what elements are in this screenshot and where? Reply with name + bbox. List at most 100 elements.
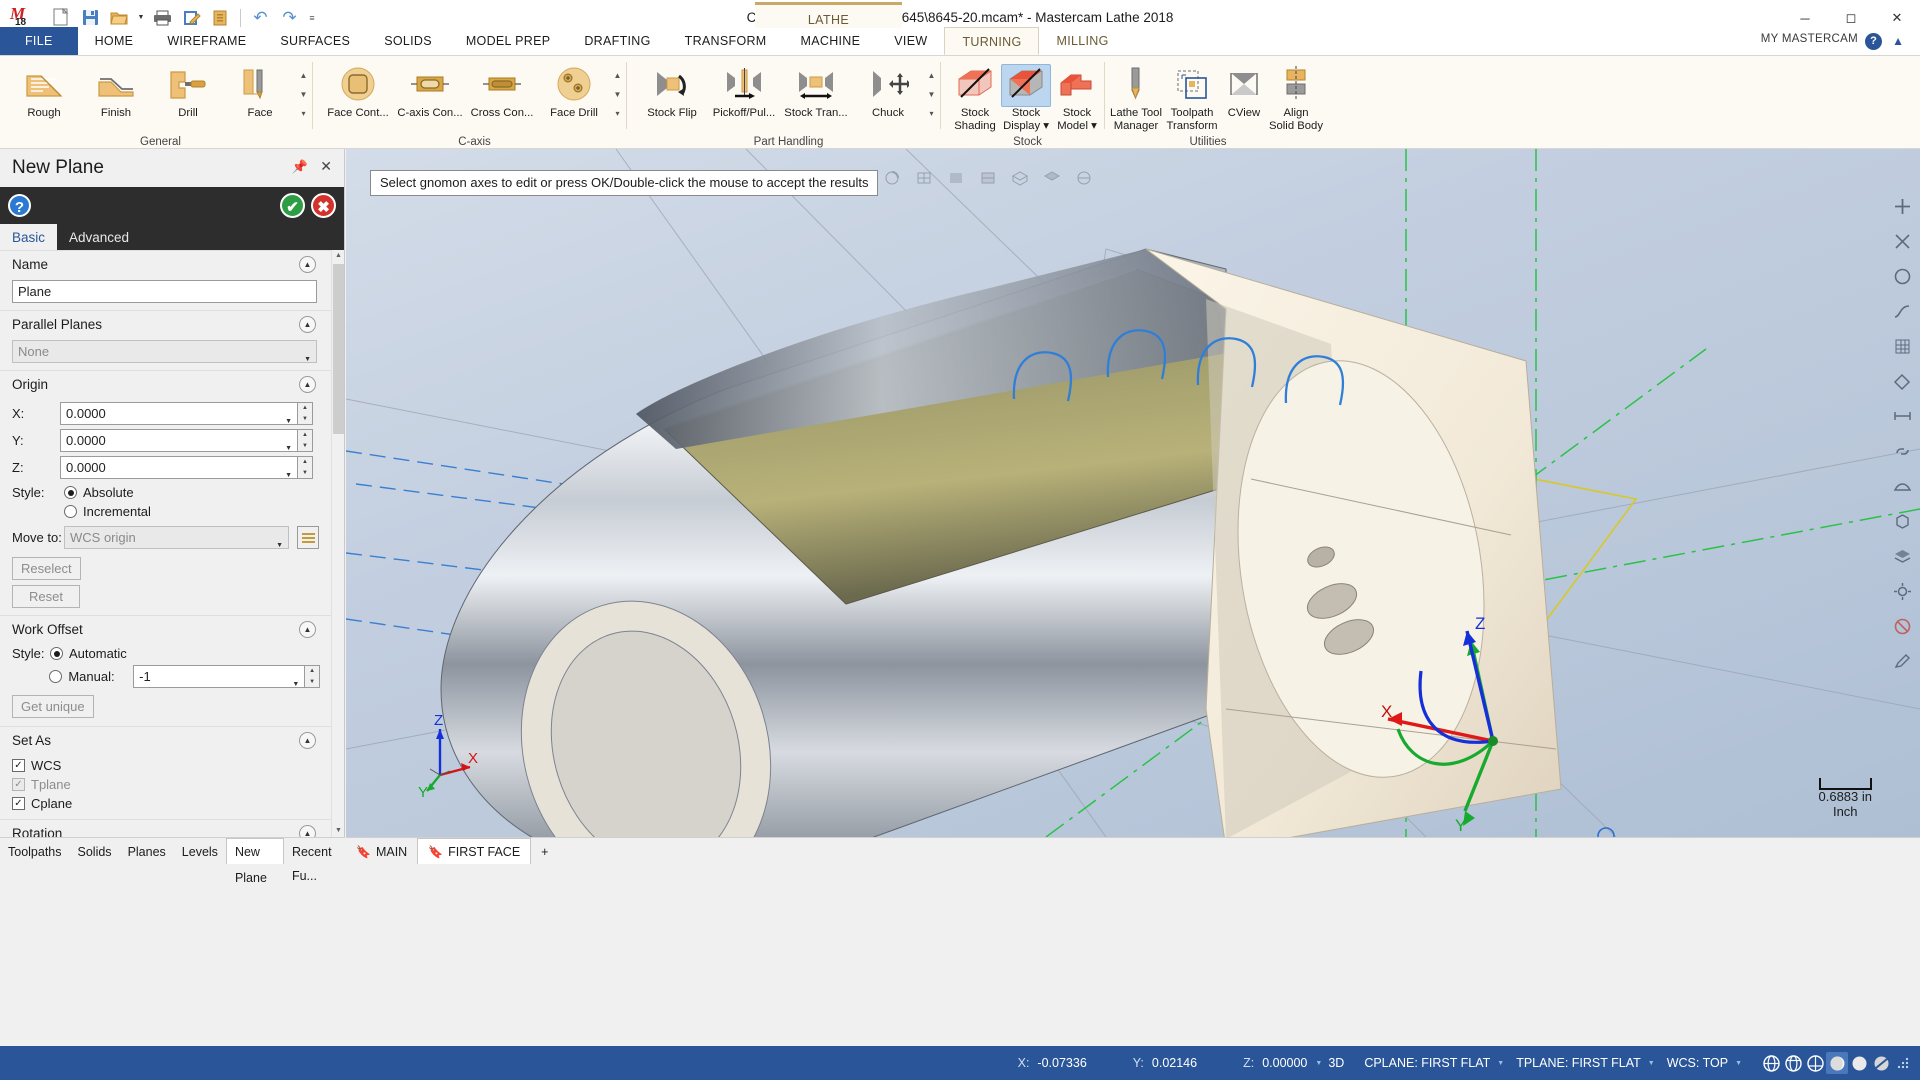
- bottom-tab-planes[interactable]: Planes: [120, 840, 174, 864]
- lathe-tool-manager-button[interactable]: Lathe Tool Manager: [1108, 60, 1164, 133]
- globe-iso-icon[interactable]: [1782, 1052, 1804, 1074]
- bottom-tab-levels[interactable]: Levels: [174, 840, 226, 864]
- resize-grip-icon[interactable]: [1892, 1052, 1914, 1074]
- caxis-gallery-spinner[interactable]: ▲ ▼ ▾: [610, 66, 625, 136]
- toolpath-transform-button[interactable]: Toolpath Transform: [1164, 60, 1220, 133]
- help-icon[interactable]: ?: [1865, 33, 1882, 50]
- align-solid-body-button[interactable]: Align Solid Body: [1268, 60, 1324, 133]
- shade-sphere-icon[interactable]: [1826, 1052, 1848, 1074]
- plane-name-input[interactable]: Plane: [12, 280, 317, 303]
- tab-milling[interactable]: MILLING: [1039, 27, 1125, 55]
- face-contour-button[interactable]: Face Cont...: [322, 60, 394, 120]
- work-offset-automatic-radio[interactable]: [50, 647, 63, 660]
- stock-shading-button[interactable]: Stock Shading: [950, 60, 1000, 133]
- panel-scrollbar[interactable]: ▲ ▼: [331, 250, 344, 837]
- tab-basic[interactable]: Basic: [0, 224, 58, 250]
- origin-style-absolute-radio[interactable]: [64, 486, 77, 499]
- add-view-icon[interactable]: [1889, 193, 1915, 219]
- circle-icon[interactable]: [1889, 263, 1915, 289]
- bottom-tab-toolpaths[interactable]: Toolpaths: [0, 840, 70, 864]
- panel-close-icon[interactable]: ✕: [320, 158, 332, 175]
- isometric-icon[interactable]: [1007, 165, 1033, 191]
- tab-wireframe[interactable]: WIREFRAME: [150, 27, 263, 55]
- tab-model-prep[interactable]: MODEL PREP: [449, 27, 568, 55]
- curve-icon[interactable]: [1889, 298, 1915, 324]
- move-to-select[interactable]: WCS origin ▼: [64, 526, 289, 549]
- c-axis-contour-button[interactable]: C-axis Con...: [394, 60, 466, 120]
- get-unique-button[interactable]: Get unique: [12, 695, 94, 718]
- wireframe-icon[interactable]: [911, 165, 937, 191]
- origin-y-input[interactable]: 0.0000 ▼: [60, 429, 298, 452]
- front-view-icon[interactable]: [1071, 165, 1097, 191]
- status-wcs[interactable]: WCS: TOP ▼: [1667, 1056, 1742, 1070]
- origin-z-input[interactable]: 0.0000 ▼: [60, 456, 298, 479]
- grid-icon[interactable]: [1889, 333, 1915, 359]
- chevron-up-icon[interactable]: ▲: [299, 316, 316, 333]
- stock-model-button[interactable]: Stock Model ▾: [1052, 60, 1102, 133]
- gallery-down-icon[interactable]: ▼: [296, 85, 311, 104]
- analyze-icon[interactable]: [1889, 368, 1915, 394]
- pencil-icon[interactable]: [1889, 648, 1915, 674]
- tab-solids[interactable]: SOLIDS: [367, 27, 449, 55]
- cancel-button[interactable]: ✖: [311, 193, 336, 218]
- bottom-tab-new-plane[interactable]: New Plane: [225, 838, 284, 885]
- wireframe-shade-icon[interactable]: [975, 165, 1001, 191]
- status-tplane[interactable]: TPLANE: FIRST FLAT ▼: [1516, 1056, 1655, 1070]
- chevron-down-icon[interactable]: ▼: [1735, 1060, 1742, 1067]
- status-cplane[interactable]: CPLANE: FIRST FLAT ▼: [1364, 1056, 1504, 1070]
- tab-machine[interactable]: MACHINE: [784, 27, 878, 55]
- shaded-icon[interactable]: [943, 165, 969, 191]
- origin-x-stepper[interactable]: ▲ ▼: [298, 402, 313, 425]
- tab-file[interactable]: FILE: [0, 27, 78, 55]
- finish-button[interactable]: Finish: [80, 60, 152, 120]
- move-to-menu-icon[interactable]: [297, 526, 319, 549]
- work-offset-stepper[interactable]: ▲ ▼: [305, 665, 320, 688]
- gallery-down-icon[interactable]: ▼: [610, 85, 625, 104]
- gallery-up-icon[interactable]: ▲: [924, 66, 939, 85]
- panel-help-icon[interactable]: ?: [8, 194, 31, 217]
- parallel-planes-select[interactable]: None ▼: [12, 340, 317, 363]
- set-as-cplane-checkbox[interactable]: ✓: [12, 797, 25, 810]
- settings-icon[interactable]: [1889, 578, 1915, 604]
- tab-home[interactable]: HOME: [78, 27, 151, 55]
- add-viewsheet-button[interactable]: +: [531, 840, 558, 864]
- layers-icon[interactable]: [1889, 543, 1915, 569]
- bottom-tab-recent-functions[interactable]: Recent Fu...: [284, 840, 345, 883]
- face-drill-button[interactable]: Face Drill: [538, 60, 610, 120]
- globe-wire-icon[interactable]: [1760, 1052, 1782, 1074]
- cross-contour-button[interactable]: Cross Con...: [466, 60, 538, 120]
- general-gallery-spinner[interactable]: ▲ ▼ ▾: [296, 66, 311, 136]
- chevron-down-icon[interactable]: ▼: [1315, 1060, 1322, 1067]
- scroll-thumb[interactable]: [333, 264, 344, 434]
- scroll-up-icon[interactable]: ▲: [333, 250, 344, 262]
- gallery-more-icon[interactable]: ▾: [610, 104, 625, 123]
- origin-z-stepper[interactable]: ▲ ▼: [298, 456, 313, 479]
- chevron-up-icon[interactable]: ▲: [299, 376, 316, 393]
- chevron-down-icon[interactable]: ▼: [1497, 1060, 1504, 1067]
- origin-x-input[interactable]: 0.0000 ▼: [60, 402, 298, 425]
- globe-half-icon[interactable]: [1804, 1052, 1826, 1074]
- face-button[interactable]: Face: [224, 60, 296, 120]
- gallery-more-icon[interactable]: ▾: [924, 104, 939, 123]
- tab-advanced[interactable]: Advanced: [57, 224, 141, 250]
- origin-style-incremental-radio[interactable]: [64, 505, 77, 518]
- tab-transform[interactable]: TRANSFORM: [668, 27, 784, 55]
- reset-button[interactable]: Reset: [12, 585, 80, 608]
- solid-icon[interactable]: [1889, 508, 1915, 534]
- tab-drafting[interactable]: DRAFTING: [567, 27, 667, 55]
- shade-half-icon[interactable]: [1870, 1052, 1892, 1074]
- graphics-viewport[interactable]: X Z Y Select gnomon axes to edit or pres…: [346, 149, 1920, 837]
- viewsheet-tab-first-face[interactable]: 🔖 FIRST FACE: [417, 838, 532, 864]
- chevron-down-icon[interactable]: ▼: [1648, 1060, 1655, 1067]
- pin-icon[interactable]: 📌: [292, 159, 308, 175]
- collapse-ribbon-icon[interactable]: ▲: [1892, 34, 1904, 48]
- measure-icon[interactable]: [1889, 403, 1915, 429]
- chevron-up-icon[interactable]: ▲: [299, 621, 316, 638]
- gallery-up-icon[interactable]: ▲: [610, 66, 625, 85]
- work-offset-manual-radio[interactable]: [49, 670, 63, 683]
- chuck-button[interactable]: Chuck: [852, 60, 924, 120]
- drill-button[interactable]: Drill: [152, 60, 224, 120]
- tab-view[interactable]: VIEW: [877, 27, 944, 55]
- chevron-up-icon[interactable]: ▲: [299, 732, 316, 749]
- ok-button[interactable]: ✔: [280, 193, 305, 218]
